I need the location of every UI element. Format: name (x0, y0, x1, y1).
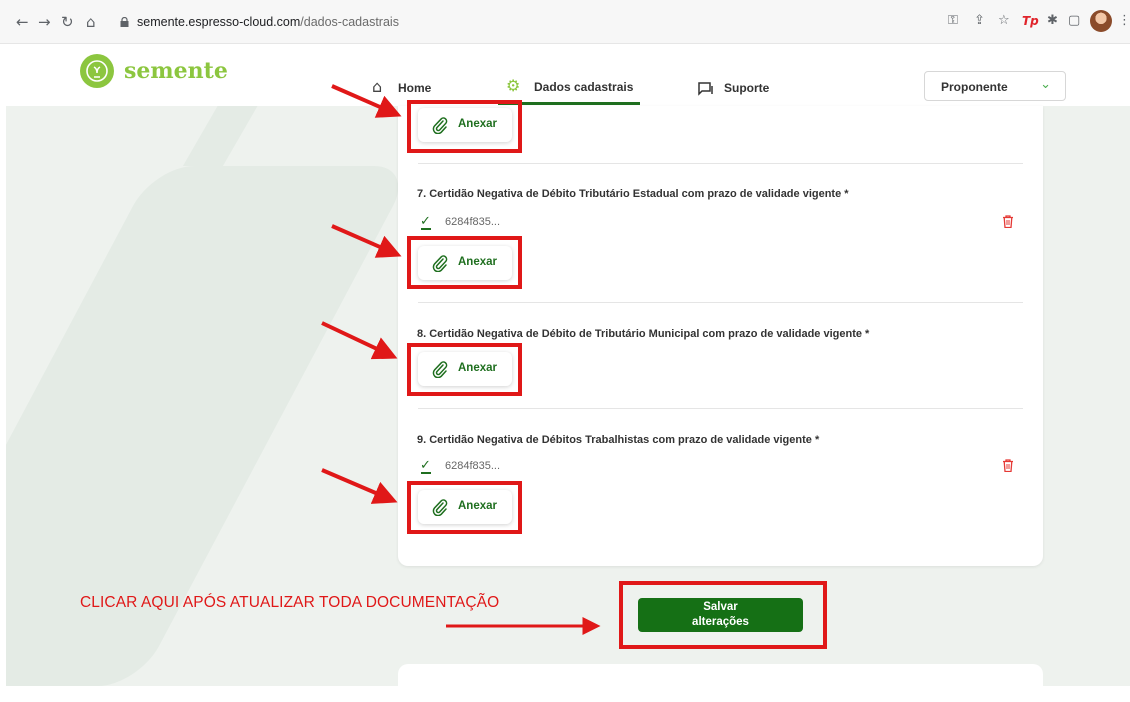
save-button-line1: Salvar (703, 601, 738, 613)
arrow-icon (321, 468, 398, 504)
save-button-line2: alterações (692, 616, 749, 628)
save-changes-button[interactable]: Salvar alterações (638, 598, 803, 632)
instruction-text: CLICAR AQUI APÓS ATUALIZAR TODA DOCUMENT… (80, 594, 500, 611)
arrow-icon (331, 84, 402, 118)
next-section-card (398, 664, 1043, 694)
arrow-icon (331, 224, 402, 258)
arrow-icon (321, 321, 398, 360)
